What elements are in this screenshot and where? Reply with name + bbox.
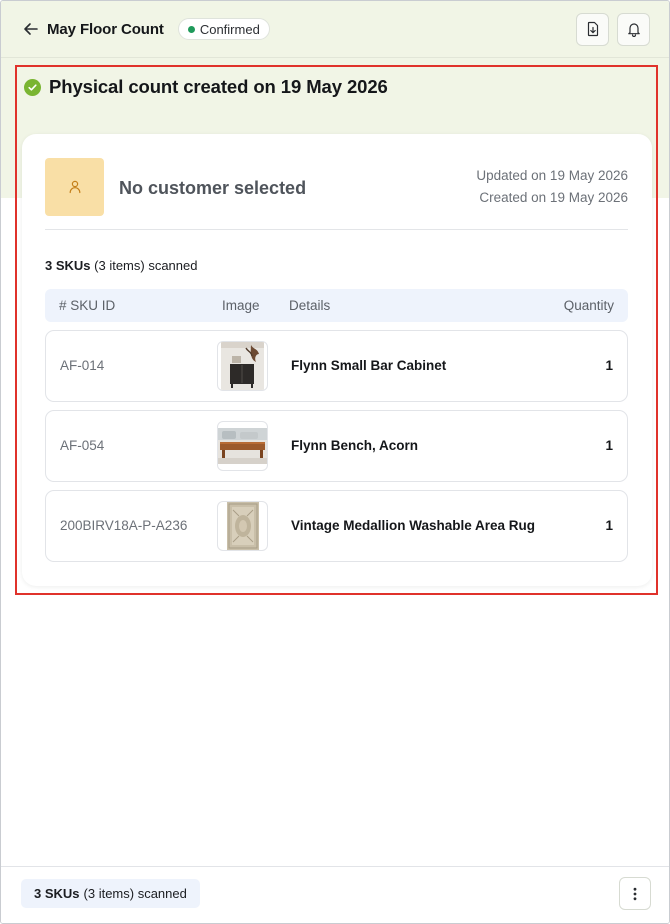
divider [45,229,628,230]
scan-summary-rest: (3 items) scanned [94,258,198,273]
customer-row: No customer selected Updated on 19 May 2… [45,158,628,230]
user-icon [69,180,80,194]
bell-icon [627,23,640,37]
page-title: May Floor Count [47,20,164,38]
footer-scan-count: 3 SKUs [34,886,80,901]
item-quantity: 1 [605,518,613,533]
sku-id: AF-014 [60,358,105,373]
table-row[interactable]: AF-054 Flynn Bench, Acorn 1 [45,410,628,482]
avatar[interactable] [45,158,104,216]
item-details: Flynn Bench, Acorn [291,438,419,453]
more-options-button[interactable] [619,877,651,910]
table-row[interactable]: AF-014 Flynn Small Bar Cabinet 1 [45,330,628,402]
sku-id: 200BIRV18A-P-A236 [60,518,188,533]
column-header-image: Image [222,298,260,313]
created-date: Created on 19 May 2026 [479,190,628,205]
status-dot-icon [187,25,195,33]
table-row[interactable]: 200BIRV18A-P-A236 Vintage Medallion Wash… [45,490,628,562]
notifications-button[interactable] [617,12,650,46]
rug-thumbnail[interactable] [217,501,268,551]
footer-scan-summary: 3 SKUs (3 items) scanned [21,879,200,908]
more-vertical-icon [633,887,637,900]
column-header-sku: # SKU ID [59,298,116,313]
bottom-bar: 3 SKUs (3 items) scanned [1,866,669,923]
item-details: Flynn Small Bar Cabinet [291,358,447,373]
download-file-icon [587,21,598,37]
status-label: Confirmed [199,21,260,37]
footer-scan-rest: (3 items) scanned [83,886,187,901]
scan-summary-count: 3 SKUs [45,258,91,273]
sku-id: AF-054 [60,438,105,453]
check-circle-icon [24,78,41,96]
count-dates: Updated on 19 May 2026 Created on 19 May… [476,165,628,209]
item-quantity: 1 [605,438,613,453]
bench-thumbnail[interactable] [217,421,268,471]
updated-date: Updated on 19 May 2026 [476,168,628,183]
count-details-card: No customer selected Updated on 19 May 2… [22,134,652,586]
scan-summary: 3 SKUs (3 items) scanned [45,258,197,273]
top-bar: May Floor Count Confirmed [1,1,669,58]
banner: Physical count created on 19 May 2026 [24,76,388,98]
status-badge: Confirmed [177,18,270,40]
cabinet-thumbnail[interactable] [217,341,268,391]
column-header-details: Details [289,298,331,313]
arrow-left-icon [24,23,38,35]
item-quantity: 1 [605,358,613,373]
download-button[interactable] [576,12,609,46]
back-button[interactable] [21,19,41,39]
banner-heading: Physical count created on 19 May 2026 [49,76,388,97]
item-details: Vintage Medallion Washable Area Rug [291,518,536,533]
app-window: May Floor Count Confirmed Physical count [0,0,670,924]
column-header-quantity: Quantity [563,298,614,313]
customer-name: No customer selected [119,178,307,198]
table-header: # SKU ID Image Details Quantity [45,289,628,322]
